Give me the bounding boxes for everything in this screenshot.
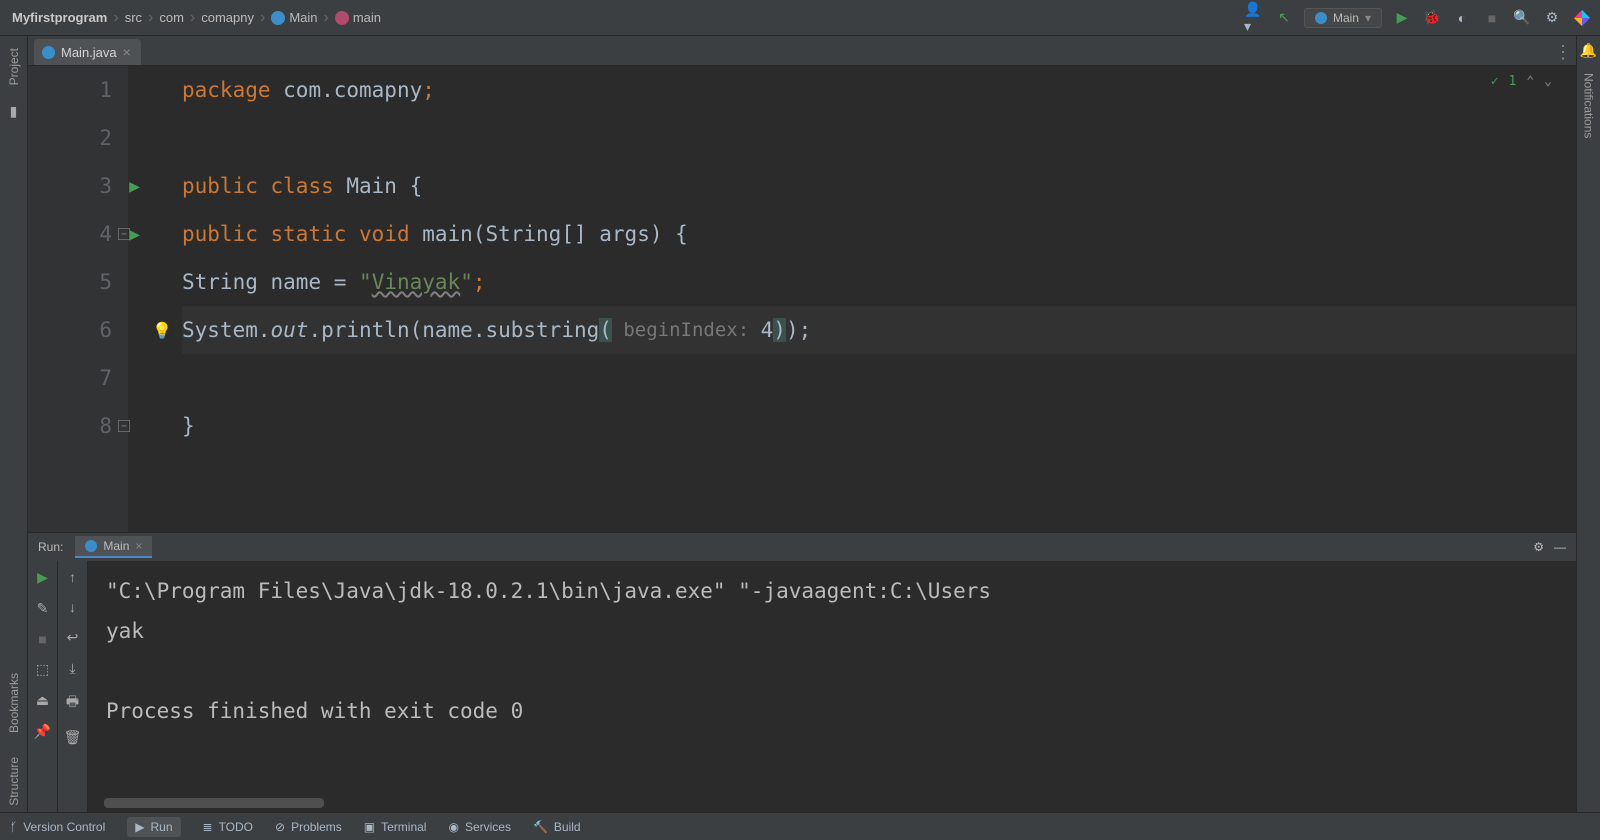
breadcrumb-pkg-company[interactable]: comapny: [197, 8, 258, 27]
line-number: 3: [99, 174, 112, 198]
line-number: 7: [99, 366, 112, 390]
dump-icon[interactable]: ⬚: [36, 661, 49, 678]
pin-icon[interactable]: 📌: [34, 723, 51, 740]
services-icon: ◉: [448, 820, 458, 834]
stop-icon[interactable]: ■: [1482, 8, 1502, 28]
code-content[interactable]: ✓1⌃⌄ package com.comapny; public class M…: [128, 66, 1576, 532]
bookmarks-tool-button[interactable]: Bookmarks: [7, 667, 21, 739]
class-icon: [271, 11, 285, 25]
gear-icon[interactable]: ⚙: [1533, 540, 1544, 554]
chevron-right-icon: ›: [113, 9, 118, 27]
warning-icon: ⊘: [275, 820, 285, 834]
left-tool-sidebar: Project ▮ Bookmarks Structure: [0, 36, 28, 812]
structure-tool-button[interactable]: Structure: [7, 751, 21, 812]
rerun-icon[interactable]: ▶: [37, 569, 48, 586]
console-output[interactable]: "C:\Program Files\Java\jdk-18.0.2.1\bin\…: [88, 561, 1576, 812]
run-button[interactable]: ▶Run: [127, 817, 180, 837]
breadcrumb-pkg-com[interactable]: com: [155, 8, 188, 27]
code-editor[interactable]: 1 2 3▶ 4▶− 5 6💡 7 8− ✓1⌃⌄ package com.co…: [28, 66, 1576, 532]
debug-icon[interactable]: 🐞: [1422, 8, 1442, 28]
minimize-icon[interactable]: —: [1554, 540, 1566, 554]
chevron-up-icon: ⌃: [1526, 74, 1534, 89]
inspection-badge[interactable]: ✓1⌃⌄: [1491, 74, 1552, 89]
breadcrumb-class[interactable]: Main: [267, 8, 321, 27]
method-icon: [335, 11, 349, 25]
chevron-right-icon: ›: [148, 9, 153, 27]
back-arrow-icon[interactable]: ↖: [1274, 8, 1294, 28]
status-bar: ᚶVersion Control ▶Run ≣TODO ⊘Problems ▣T…: [0, 812, 1600, 840]
line-number: 4: [99, 222, 112, 246]
run-tool-window: Run: Main × ⚙ — ▶ ✎ ■ ⬚ ⏏ 📌: [28, 532, 1576, 812]
horizontal-scrollbar[interactable]: [104, 798, 324, 808]
run-tool-header: Run: Main × ⚙ —: [28, 533, 1576, 561]
breadcrumb-method[interactable]: main: [331, 8, 385, 27]
run-config-label: Main: [1333, 11, 1359, 25]
edit-icon[interactable]: ✎: [37, 600, 49, 617]
project-tool-button[interactable]: Project: [7, 42, 21, 91]
class-icon: [85, 540, 97, 552]
run-tab-main[interactable]: Main ×: [75, 536, 152, 558]
coverage-icon[interactable]: ◐: [1452, 8, 1472, 28]
main-toolbar: 👤▾ ↖ Main ▾ ▶ 🐞 ◐ ■ 🔍 ⚙: [1244, 8, 1592, 28]
navigation-bar: Myfirstprogram › src › com › comapny › M…: [0, 0, 1600, 36]
class-icon: [1315, 12, 1327, 24]
run-label: Run:: [38, 540, 63, 554]
close-icon[interactable]: ×: [123, 44, 131, 60]
build-button[interactable]: 🔨Build: [533, 820, 581, 834]
run-icon[interactable]: ▶: [1392, 8, 1412, 28]
branch-icon: ᚶ: [10, 820, 17, 834]
terminal-icon: ▣: [364, 820, 375, 834]
run-configuration-selector[interactable]: Main ▾: [1304, 8, 1382, 28]
main-panel: Main.java × ⋮ 1 2 3▶ 4▶− 5 6💡 7 8− ✓1⌃⌄ …: [28, 36, 1576, 812]
editor-tab-bar: Main.java × ⋮: [28, 36, 1576, 66]
problems-button[interactable]: ⊘Problems: [275, 820, 342, 834]
stop-icon[interactable]: ■: [38, 631, 46, 647]
breadcrumb: Myfirstprogram › src › com › comapny › M…: [8, 8, 1244, 27]
up-icon[interactable]: ↑: [69, 569, 76, 585]
class-icon: [42, 46, 55, 59]
print-icon[interactable]: 🖶: [66, 691, 79, 715]
right-tool-sidebar: 🔔 Notifications: [1576, 36, 1600, 812]
hammer-icon: 🔨: [533, 820, 548, 834]
exit-icon[interactable]: ⏏: [36, 692, 49, 709]
version-control-button[interactable]: ᚶVersion Control: [10, 820, 105, 834]
editor-tab-main[interactable]: Main.java ×: [34, 39, 141, 65]
run-toolbar-primary: ▶ ✎ ■ ⬚ ⏏ 📌: [28, 561, 58, 812]
list-icon: ≣: [203, 820, 213, 834]
chevron-down-icon: ▾: [1365, 11, 1371, 25]
down-icon[interactable]: ↓: [69, 599, 76, 615]
terminal-button[interactable]: ▣Terminal: [364, 820, 427, 834]
soft-wrap-icon[interactable]: ↩: [67, 629, 79, 646]
gear-icon[interactable]: ⚙: [1542, 8, 1562, 28]
breadcrumb-project[interactable]: Myfirstprogram: [8, 8, 111, 27]
chevron-down-icon: ⌄: [1544, 74, 1552, 89]
line-number: 6: [99, 318, 112, 342]
trash-icon[interactable]: 🗑: [64, 729, 82, 746]
services-button[interactable]: ◉Services: [448, 820, 511, 834]
scroll-to-end-icon[interactable]: ⤓: [69, 660, 75, 677]
line-number: 8: [99, 414, 112, 438]
chevron-right-icon: ›: [190, 9, 195, 27]
todo-button[interactable]: ≣TODO: [203, 820, 254, 834]
more-tabs-icon[interactable]: ⋮: [1554, 42, 1572, 63]
breadcrumb-src[interactable]: src: [121, 8, 146, 27]
chevron-right-icon: ›: [324, 9, 329, 27]
notifications-tool-button[interactable]: Notifications: [1582, 67, 1596, 144]
search-icon[interactable]: 🔍: [1512, 8, 1532, 28]
line-number: 5: [99, 270, 112, 294]
close-icon[interactable]: ×: [135, 539, 142, 553]
editor-gutter: 1 2 3▶ 4▶− 5 6💡 7 8−: [28, 66, 128, 532]
chevron-right-icon: ›: [260, 9, 265, 27]
line-number: 1: [99, 78, 112, 102]
folder-icon[interactable]: ▮: [10, 103, 18, 120]
jetbrains-logo-icon: [1572, 8, 1592, 28]
tab-label: Main.java: [61, 45, 117, 60]
line-number: 2: [99, 126, 112, 150]
play-icon: ▶: [135, 820, 144, 834]
add-user-icon[interactable]: 👤▾: [1244, 8, 1264, 28]
run-toolbar-secondary: ↑ ↓ ↩ ⤓ 🖶 🗑: [58, 561, 88, 812]
bell-icon[interactable]: 🔔: [1580, 42, 1597, 59]
